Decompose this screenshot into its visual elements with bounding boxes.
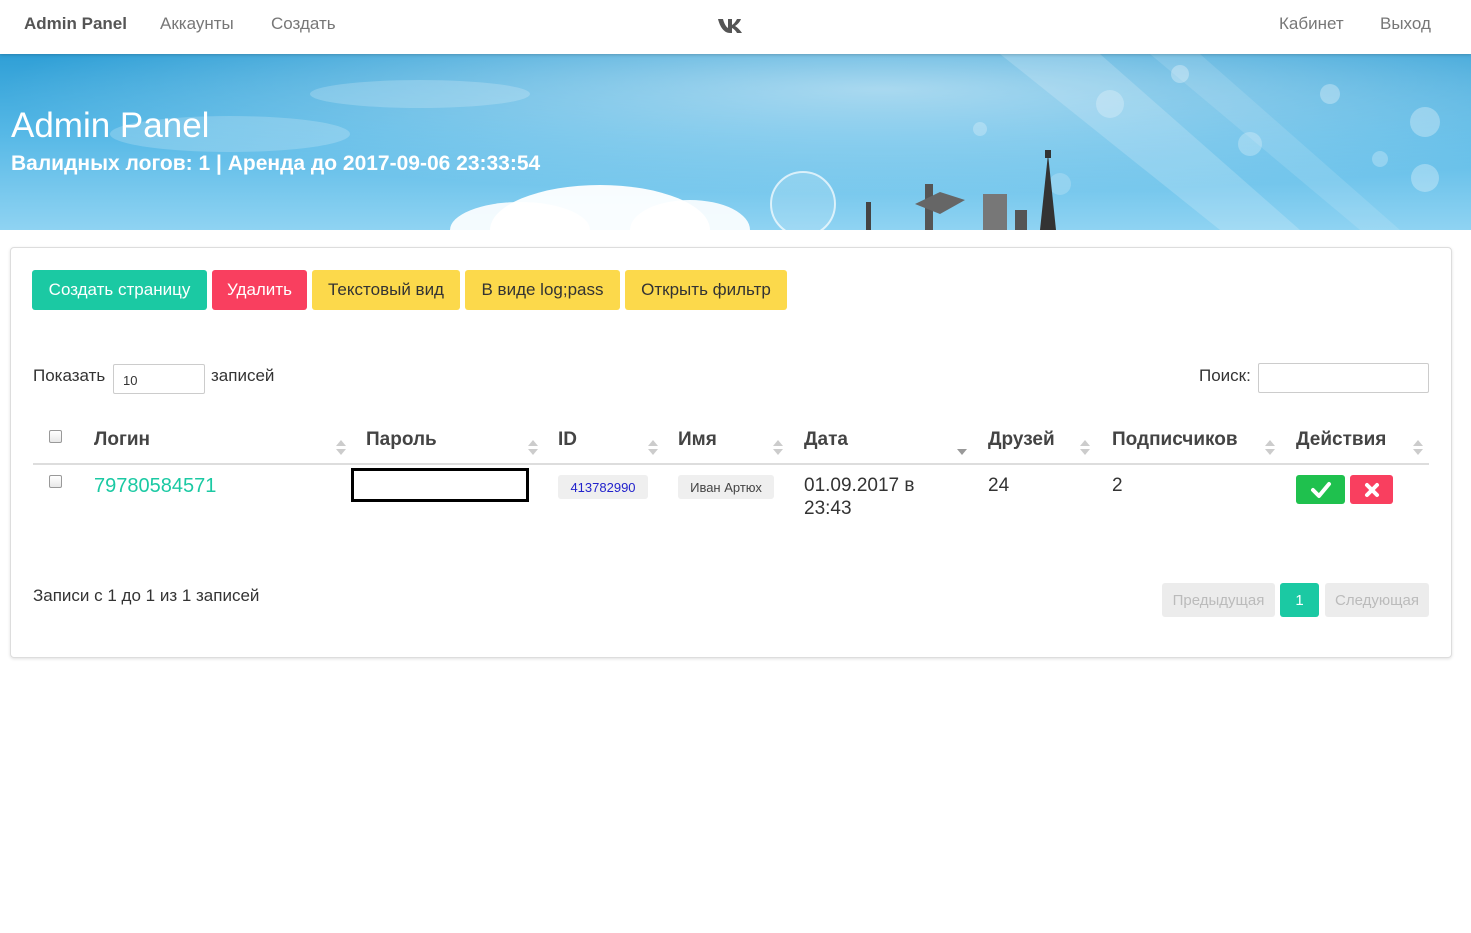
- nav-link-create[interactable]: Создать: [271, 14, 336, 34]
- vk-logo-icon[interactable]: [716, 12, 746, 38]
- pagination-next-button[interactable]: Следующая: [1325, 583, 1429, 617]
- text-view-button[interactable]: Текстовый вид: [312, 270, 460, 310]
- sort-both-icon[interactable]: [1412, 439, 1424, 456]
- navbar-brand[interactable]: Admin Panel: [24, 14, 127, 34]
- sort-both-icon[interactable]: [772, 439, 784, 456]
- select-all-checkbox[interactable]: [49, 430, 62, 443]
- table-info: Записи с 1 до 1 из 1 записей: [33, 586, 260, 605]
- page-length-select[interactable]: 10: [113, 364, 205, 394]
- nav-link-logout[interactable]: Выход: [1380, 14, 1431, 34]
- close-icon: [1364, 482, 1379, 497]
- hero-banner: Admin Panel Валидных логов: 1 | Аренда д…: [0, 54, 1471, 230]
- hero-background-image: [0, 54, 1471, 230]
- sort-both-icon[interactable]: [335, 439, 347, 456]
- column-header-id[interactable]: ID: [558, 429, 577, 451]
- login-link[interactable]: 79780584571: [94, 475, 216, 498]
- column-header-friends[interactable]: Друзей: [988, 429, 1055, 451]
- name-badge: Иван Артюх: [678, 475, 774, 499]
- open-filter-button[interactable]: Открыть фильтр: [625, 270, 787, 310]
- friends-cell: 24: [988, 475, 1010, 496]
- sort-both-icon[interactable]: [1264, 439, 1276, 456]
- column-header-login[interactable]: Логин: [94, 429, 150, 451]
- delete-button[interactable]: Удалить: [212, 270, 307, 310]
- show-label: Показать: [33, 366, 106, 385]
- date-cell: 01.09.2017 в 23:43: [804, 475, 915, 519]
- followers-cell: 2: [1112, 475, 1123, 496]
- id-badge[interactable]: 413782990: [558, 475, 648, 499]
- records-label: записей: [211, 366, 275, 385]
- nav-link-cabinet[interactable]: Кабинет: [1279, 14, 1344, 34]
- password-cell: [351, 468, 529, 502]
- page-title: Admin Panel: [11, 106, 210, 145]
- sort-both-icon[interactable]: [647, 439, 659, 456]
- check-icon: [1310, 481, 1331, 498]
- remove-button[interactable]: [1350, 475, 1393, 504]
- column-header-date[interactable]: Дата: [804, 429, 848, 451]
- approve-button[interactable]: [1296, 475, 1345, 504]
- column-header-password[interactable]: Пароль: [366, 429, 437, 451]
- create-page-button[interactable]: Создать страницу: [32, 270, 207, 310]
- accounts-card: Создать страницу Удалить Текстовый вид В…: [10, 247, 1452, 658]
- row-checkbox[interactable]: [49, 475, 62, 488]
- column-header-name[interactable]: Имя: [678, 429, 717, 451]
- column-header-actions[interactable]: Действия: [1296, 429, 1386, 451]
- nav-link-accounts[interactable]: Аккаунты: [160, 14, 234, 34]
- pagination-prev-button[interactable]: Предыдущая: [1162, 583, 1275, 617]
- search-input[interactable]: [1258, 363, 1429, 393]
- page-subtitle: Валидных логов: 1 | Аренда до 2017-09-06…: [11, 152, 541, 175]
- sort-both-icon[interactable]: [1079, 439, 1091, 456]
- logpass-view-button[interactable]: В виде log;pass: [465, 270, 620, 310]
- table-header-divider: [33, 463, 1429, 465]
- search-label: Поиск:: [1199, 366, 1251, 385]
- column-header-followers[interactable]: Подписчиков: [1112, 429, 1238, 451]
- top-navbar: Admin Panel Аккаунты Создать Кабинет Вых…: [0, 0, 1471, 54]
- pagination-page-1[interactable]: 1: [1280, 583, 1319, 617]
- sort-both-icon[interactable]: [527, 439, 539, 456]
- sort-desc-icon[interactable]: [956, 439, 968, 456]
